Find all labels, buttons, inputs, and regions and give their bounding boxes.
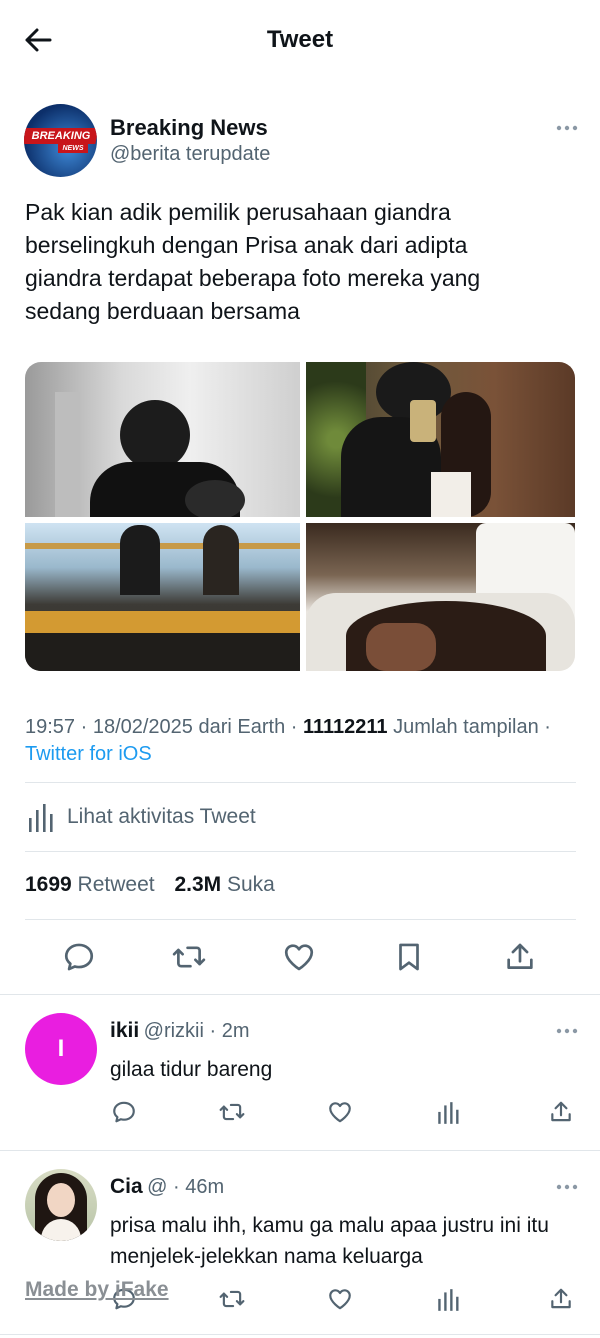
analytics-icon[interactable]: [435, 1287, 461, 1313]
likes-stat[interactable]: 2.3M Suka: [174, 873, 274, 896]
retweets-stat[interactable]: 1699 Retweet: [25, 873, 155, 896]
reply-header: ikii @rizkii · 2m: [110, 1019, 250, 1043]
like-icon[interactable]: [327, 1286, 353, 1312]
divider: [25, 919, 576, 920]
like-count: 2.3M: [174, 873, 222, 896]
photo-3[interactable]: [25, 523, 300, 671]
reply-author-name[interactable]: Cia: [110, 1175, 143, 1198]
tweet-activity-link[interactable]: Lihat aktivitas Tweet: [27, 802, 327, 834]
retweet-icon[interactable]: [172, 940, 206, 974]
retweet-icon[interactable]: [219, 1099, 245, 1125]
tweet-timestamp: 19:57 · 18/02/2025 dari Earth ·: [25, 716, 303, 738]
share-icon[interactable]: [503, 940, 537, 974]
like-label: Suka: [221, 873, 275, 896]
photo-1[interactable]: [25, 362, 300, 517]
reply-avatar[interactable]: I: [25, 1013, 97, 1085]
more-options-icon[interactable]: [555, 1027, 579, 1035]
reply-meta: @rizkii · 2m: [143, 1020, 250, 1042]
share-icon[interactable]: [548, 1286, 574, 1312]
retweet-icon[interactable]: [219, 1286, 245, 1312]
reply-header: Cia @ · 46m: [110, 1175, 224, 1199]
divider: [25, 851, 576, 852]
reply-author-name[interactable]: ikii: [110, 1019, 139, 1042]
divider: [0, 1150, 600, 1151]
page-title: Tweet: [266, 26, 334, 53]
avatar-logo-subtext: NEWS: [58, 144, 88, 153]
reply-icon[interactable]: [62, 940, 96, 974]
tweet-meta: 19:57 · 18/02/2025 dari Earth · 11112211…: [25, 714, 585, 768]
avatar-letter: I: [57, 1035, 65, 1062]
views-count: 11112211: [302, 716, 388, 738]
author-handle[interactable]: @berita terupdate: [110, 143, 270, 166]
analytics-icon: [29, 804, 53, 832]
share-icon[interactable]: [548, 1099, 574, 1125]
photo-4[interactable]: [306, 523, 575, 671]
reply-meta: @ · 46m: [147, 1176, 225, 1198]
like-icon[interactable]: [282, 940, 316, 974]
tweet-text: Pak kian adik pemilik perusahaan giandra…: [25, 199, 481, 324]
divider: [0, 994, 600, 995]
activity-label: Lihat aktivitas Tweet: [67, 805, 256, 828]
more-options-icon[interactable]: [555, 124, 579, 132]
more-options-icon[interactable]: [555, 1183, 579, 1191]
reply-text: gilaa tidur bareng: [110, 1058, 273, 1081]
divider: [25, 782, 576, 783]
reply-text: prisa malu ihh, kamu ga malu apaa justru…: [110, 1214, 549, 1268]
bookmark-icon[interactable]: [392, 940, 426, 974]
views-label: Jumlah tampilan ·: [387, 716, 551, 738]
tweet-stats: 1699 Retweet 2.3M Suka: [25, 873, 275, 897]
avatar-logo-text: BREAKING: [31, 130, 91, 142]
watermark: Made by iFake: [25, 1278, 169, 1301]
analytics-icon[interactable]: [435, 1100, 461, 1126]
author-avatar[interactable]: BREAKING NEWS: [24, 104, 97, 177]
retweet-count: 1699: [25, 873, 72, 896]
like-icon[interactable]: [327, 1099, 353, 1125]
photo-2[interactable]: [306, 362, 575, 517]
source-link[interactable]: Twitter for iOS: [25, 743, 152, 765]
reply-icon[interactable]: [111, 1099, 137, 1125]
retweet-label: Retweet: [71, 873, 155, 896]
reply-avatar[interactable]: [25, 1169, 97, 1241]
divider: [0, 1334, 600, 1335]
author-name[interactable]: Breaking News: [110, 115, 268, 141]
